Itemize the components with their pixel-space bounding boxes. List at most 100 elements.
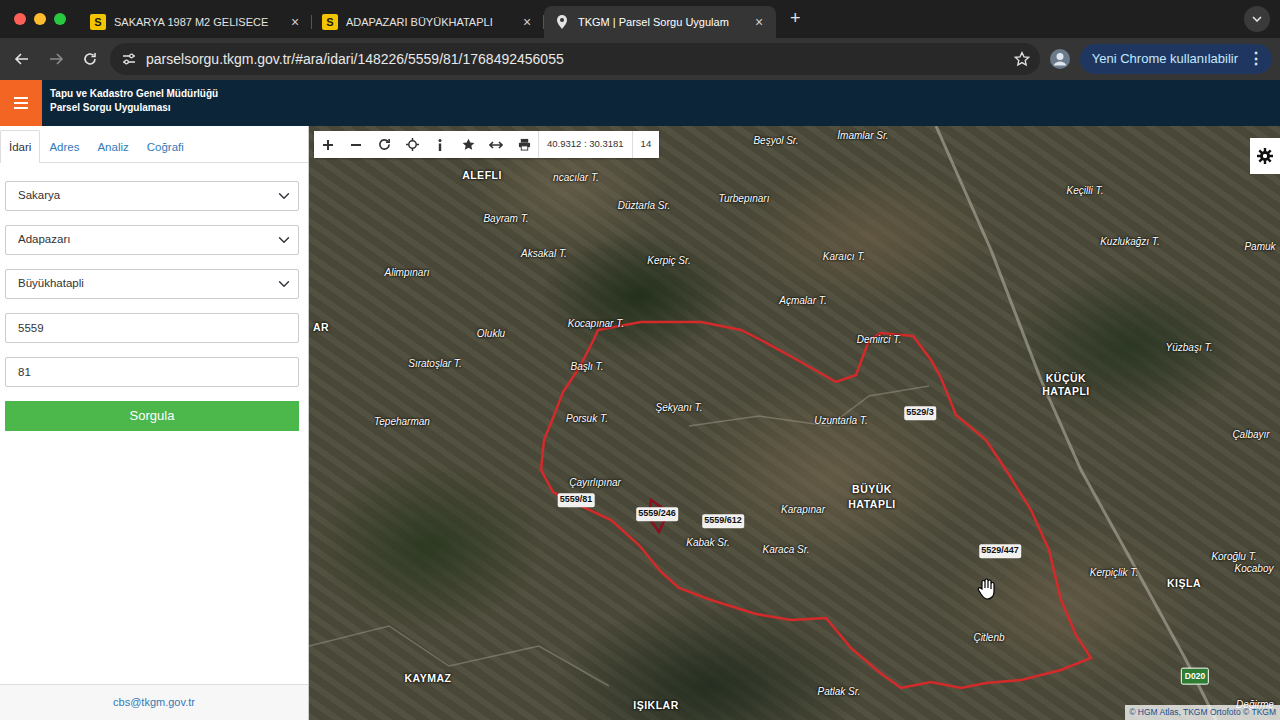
place-label: IŞIKLAR [633,698,679,714]
coordinate-readout: 40.9312 : 30.3181 [538,131,632,158]
info-icon[interactable] [426,131,454,158]
tab-close-button[interactable]: × [752,15,766,29]
query-tabs: İdariAdresAnalizCoğrafi [0,126,308,163]
place-label: BÜYÜK [852,482,892,498]
map-pin-icon [554,14,570,30]
browser-toolbar: parselsorgu.tkgm.gov.tr/#ara/idari/14822… [0,38,1280,80]
tab-close-button[interactable]: × [520,15,534,29]
settings-gear-icon[interactable] [1250,138,1280,174]
location-select[interactable]: Büyükhatapli [5,269,299,299]
place-label: KÜÇÜK [1046,371,1086,387]
parcel-label[interactable]: 5559/612 [702,514,744,528]
place-label: HATAPLI [1042,384,1089,400]
query-tab[interactable]: Adres [40,130,88,163]
place-label: Bayram T. [483,211,528,226]
place-label: KAYMAZ [405,671,452,687]
query-panel: İdariAdresAnalizCoğrafi Sakarya Adapazarı… [0,126,309,720]
print-icon[interactable] [510,131,538,158]
minimize-window-icon[interactable] [34,13,46,25]
place-label: Uzuntarla T. [814,413,868,428]
menu-icon[interactable] [0,80,42,126]
reload-icon[interactable] [76,45,104,73]
road-shield: D020 [1181,668,1209,685]
place-label: Demirci T. [857,332,902,347]
place-label: KIŞLA [1167,576,1201,592]
update-chrome-button[interactable]: Yeni Chrome kullanılabilir ⋮ [1080,44,1272,74]
place-label: Şekyanı T. [656,400,703,415]
place-label: AR [313,320,329,336]
place-label: Patlak Sr. [818,684,861,699]
menu-button[interactable]: ⋮ [1248,47,1264,71]
new-tab-button[interactable]: + [776,5,815,38]
window-controls [10,0,80,38]
site-settings-icon[interactable] [122,52,136,66]
parcel-label[interactable]: 5529/3 [904,406,936,420]
locate-icon[interactable] [398,131,426,158]
footer: cbs@tkgm.gov.tr [0,684,308,720]
zoom-out-icon[interactable] [342,131,370,158]
map-overlay [309,126,1280,720]
zoom-window-icon[interactable] [54,13,66,25]
parcel-label[interactable]: 5559/81 [558,493,595,507]
update-label[interactable]: Yeni Chrome kullanılabilir [1092,49,1238,69]
query-tab[interactable]: İdari [0,130,40,163]
refresh-icon[interactable] [370,131,398,158]
map-attribution[interactable]: © HGM Atlas, TKGM Ortofoto © TKGM [1125,705,1280,720]
tab-search-chevron-icon[interactable] [1244,6,1270,32]
back-icon[interactable] [8,45,36,73]
app-header: Tapu ve Kadastro Genel Müdürlüğü Parsel … [0,80,1280,126]
parcel-boundary[interactable] [541,322,1091,688]
query-tab[interactable]: Coğrafi [138,130,193,163]
bookmark-star-icon[interactable] [1014,51,1030,67]
browser-tab[interactable]: S SAKARYA 1987 M2 GELISECE × [80,6,312,38]
parcel-label[interactable]: 5529/447 [979,544,1021,558]
address-bar[interactable]: parselsorgu.tkgm.gov.tr/#ara/idari/14822… [110,43,1040,75]
place-label: Karapınar [781,502,825,517]
place-label: Yüzbaşı T. [1166,340,1213,355]
pan-cursor-icon [977,576,997,600]
contact-email[interactable]: cbs@tkgm.gov.tr [113,694,195,711]
browser-tab[interactable]: TKGM | Parsel Sorgu Uygulam × [544,6,776,38]
place-label: Kabak Sr. [686,535,730,550]
location-select[interactable]: Adapazarı [5,225,299,255]
place-label: Kocaboy [1235,561,1274,576]
tab-strip: S SAKARYA 1987 M2 GELISECE × S ADAPAZARI BÜY… [0,0,1280,38]
browser-tab[interactable]: S ADAPAZARI BÜYÜKHATAPLI × [312,6,544,38]
tab-title[interactable]: TKGM | Parsel Sorgu Uygulam [578,14,744,31]
place-label: Açmalar T. [779,293,826,308]
profile-icon[interactable] [1046,45,1074,73]
highway-line [936,126,1216,720]
favicon: S [90,14,106,30]
place-label: Koroğlu T. [1211,549,1256,564]
measure-icon[interactable] [482,131,510,158]
place-label: Karaıcı T. [823,249,865,264]
app-subtitle: Parsel Sorgu Uygulaması [50,101,218,115]
place-label: Oluklu [477,326,505,341]
forward-icon[interactable] [42,45,70,73]
place-label: Kuzlukağzı T. [1100,234,1160,249]
favicon: S [322,14,338,30]
place-label: ALEFLI [462,168,502,184]
place-label: Çalbayır [1232,427,1269,442]
place-label: Çitlenb [973,630,1004,645]
parcel-input[interactable] [5,357,299,387]
query-tab[interactable]: Analiz [88,130,137,163]
place-label: Porsuk T. [566,411,608,426]
query-form: Sakarya Adapazarı Büyükhatapli Sorgula [0,163,308,431]
tab-title[interactable]: ADAPAZARI BÜYÜKHATAPLI [346,14,512,31]
location-select[interactable]: Sakarya [5,181,299,211]
tab-title[interactable]: SAKARYA 1987 M2 GELISECE [114,14,280,31]
tab-close-button[interactable]: × [288,15,302,29]
close-window-icon[interactable] [14,13,26,25]
map-toolbar: 40.9312 : 30.3181 14 [314,131,659,158]
parcel-label[interactable]: 5559/246 [636,507,678,521]
place-label: Kerpiçlik T. [1090,565,1139,580]
block-input[interactable] [5,313,299,343]
zoom-in-icon[interactable] [314,131,342,158]
query-button[interactable]: Sorgula [5,401,299,431]
map-view[interactable]: 40.9312 : 30.3181 14 ALEFLIncacılar T.Dü… [309,126,1280,720]
url-text[interactable]: parselsorgu.tkgm.gov.tr/#ara/idari/14822… [146,49,1004,70]
favorite-star-icon[interactable] [454,131,482,158]
app-title-line: Tapu ve Kadastro Genel Müdürlüğü [50,87,218,101]
browser-window: S SAKARYA 1987 M2 GELISECE × S ADAPAZARI BÜY… [0,0,1280,720]
